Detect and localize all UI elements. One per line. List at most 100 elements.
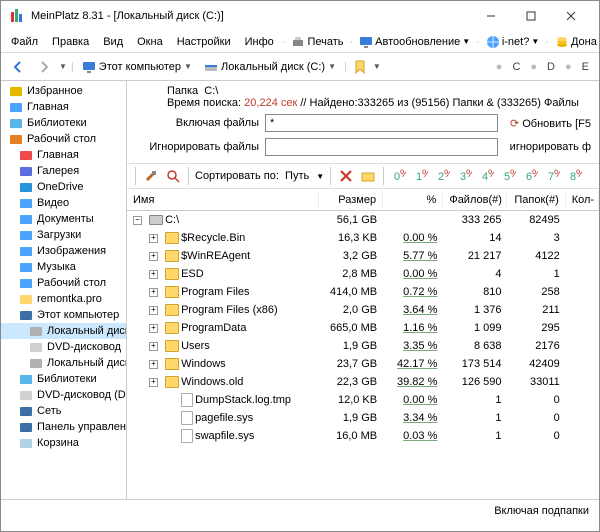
table-row[interactable]: swapfile.sys 16,0 MB 0.03 % 1 0 (127, 427, 599, 445)
drive-letter-d[interactable]: D (543, 61, 559, 73)
sidebar-item[interactable]: Локальный диск (1, 355, 126, 371)
autoupdate-button[interactable]: Автообновление ▼ (355, 33, 474, 51)
col-pct[interactable]: % (383, 191, 443, 209)
expander-icon[interactable]: + (149, 252, 158, 261)
group-7-icon[interactable]: 7% (544, 167, 562, 185)
sidebar-item[interactable]: Избранное (1, 83, 126, 99)
sidebar-item[interactable]: Локальный диск (1, 323, 126, 339)
sidebar-icon (9, 100, 23, 114)
sidebar-item[interactable]: DVD-дисковод (1, 339, 126, 355)
group-4-icon[interactable]: 4% (478, 167, 496, 185)
table-row[interactable]: + ProgramData 665,0 MB 1.16 % 1 099 295 (127, 319, 599, 337)
group-1-icon[interactable]: 1% (412, 167, 430, 185)
table-row[interactable]: + $WinREAgent 3,2 GB 5.77 % 21 217 4122 (127, 247, 599, 265)
menu-windows[interactable]: Окна (131, 34, 169, 50)
menu-settings[interactable]: Настройки (171, 34, 237, 50)
col-qty[interactable]: Кол- (566, 191, 599, 209)
drive-letter-e[interactable]: E (578, 61, 593, 73)
sidebar-item[interactable]: Библиотеки (1, 371, 126, 387)
group-2-icon[interactable]: 2% (434, 167, 452, 185)
sidebar-item[interactable]: Сеть (1, 403, 126, 419)
sidebar-item[interactable]: Музыка (1, 259, 126, 275)
sidebar-item[interactable]: DVD-дисковод (D:) (1, 387, 126, 403)
expander-icon[interactable]: + (149, 342, 158, 351)
sort-by-dropdown[interactable]: Сортировать по: Путь ▼ (195, 170, 324, 182)
action-toolbar: Сортировать по: Путь ▼ 0% 1% 2% 3% 4% 5%… (127, 163, 599, 189)
donate-button[interactable]: Дона (551, 33, 599, 51)
table-row[interactable]: + $Recycle.Bin 16,3 KB 0.00 % 14 3 (127, 229, 599, 247)
minimize-button[interactable] (471, 4, 511, 28)
close-button[interactable] (551, 4, 591, 28)
col-name[interactable]: Имя (127, 191, 319, 209)
row-pct: 3.34 % (383, 411, 443, 425)
hammer-icon[interactable] (142, 167, 160, 185)
breadcrumb-pc[interactable]: Этот компьютер ▼ (78, 59, 196, 75)
expander-icon[interactable]: + (149, 288, 158, 297)
globe-icon (486, 35, 500, 49)
menu-view[interactable]: Вид (97, 34, 129, 50)
drive-letter-c[interactable]: C (508, 61, 524, 73)
expander-icon[interactable]: − (133, 216, 142, 225)
col-dirs[interactable]: Папок(#) (507, 191, 565, 209)
forward-button[interactable] (33, 56, 55, 78)
sidebar-item[interactable]: Загрузки (1, 227, 126, 243)
sidebar-item-label: remontka.pro (37, 293, 102, 305)
menu-edit[interactable]: Правка (46, 34, 95, 50)
table-row[interactable]: + Users 1,9 GB 3.35 % 8 638 2176 (127, 337, 599, 355)
sidebar-item[interactable]: Библиотеки (1, 115, 126, 131)
back-button[interactable] (7, 56, 29, 78)
refresh-button[interactable]: ⟳ Обновить [F5 (510, 117, 591, 130)
sidebar-item[interactable]: Документы (1, 211, 126, 227)
col-size[interactable]: Размер (319, 191, 383, 209)
ignore-input[interactable] (265, 138, 498, 156)
row-name: $Recycle.Bin (181, 232, 245, 244)
bookmark-icon[interactable] (351, 58, 369, 76)
table-row[interactable]: + Program Files 414,0 MB 0.72 % 810 258 (127, 283, 599, 301)
table-row[interactable]: − C:\ 56,1 GB 333 265 82495 (127, 211, 599, 229)
menu-info[interactable]: Инфо (239, 34, 280, 50)
include-input[interactable] (265, 114, 498, 132)
sidebar-item-label: Рабочий стол (27, 133, 96, 145)
expander-icon[interactable]: + (149, 360, 158, 369)
table-row[interactable]: + ESD 2,8 MB 0.00 % 4 1 (127, 265, 599, 283)
table-row[interactable]: + Windows.old 22,3 GB 39.82 % 126 590 33… (127, 373, 599, 391)
sidebar-item[interactable]: Главная (1, 99, 126, 115)
print-button[interactable]: Печать (287, 33, 347, 51)
open-icon[interactable] (359, 167, 377, 185)
file-list[interactable]: − C:\ 56,1 GB 333 265 82495 + $Recycle.B… (127, 211, 599, 499)
expander-icon[interactable]: + (149, 324, 158, 333)
table-row[interactable]: + Windows 23,7 GB 42.17 % 173 514 42409 (127, 355, 599, 373)
maximize-button[interactable] (511, 4, 551, 28)
expander-icon[interactable]: + (149, 378, 158, 387)
table-row[interactable]: DumpStack.log.tmp 12,0 KB 0.00 % 1 0 (127, 391, 599, 409)
group-0-icon[interactable]: 0% (390, 167, 408, 185)
inet-button[interactable]: i-net? ▼ (482, 33, 543, 51)
file-icon (181, 411, 193, 425)
expander-icon[interactable]: + (149, 306, 158, 315)
sidebar-item[interactable]: Корзина (1, 435, 126, 451)
group-5-icon[interactable]: 5% (500, 167, 518, 185)
col-files[interactable]: Файлов(#) (443, 191, 507, 209)
search-icon[interactable] (164, 167, 182, 185)
sidebar-item[interactable]: Панель управления (1, 419, 126, 435)
table-row[interactable]: pagefile.sys 1,9 GB 3.34 % 1 0 (127, 409, 599, 427)
sidebar-item-label: Локальный диск (47, 357, 127, 369)
expander-icon[interactable]: + (149, 234, 158, 243)
group-6-icon[interactable]: 6% (522, 167, 540, 185)
sidebar-item[interactable]: Рабочий стол (1, 275, 126, 291)
sidebar-item[interactable]: Рабочий стол (1, 131, 126, 147)
sidebar-item[interactable]: Этот компьютер (1, 307, 126, 323)
group-3-icon[interactable]: 3% (456, 167, 474, 185)
sidebar-item[interactable]: Галерея (1, 163, 126, 179)
sidebar-item[interactable]: Главная (1, 147, 126, 163)
expander-icon[interactable]: + (149, 270, 158, 279)
table-row[interactable]: + Program Files (x86) 2,0 GB 3.64 % 1 37… (127, 301, 599, 319)
group-8-icon[interactable]: 8% (566, 167, 584, 185)
sidebar-item[interactable]: remontka.pro (1, 291, 126, 307)
delete-icon[interactable] (337, 167, 355, 185)
menu-file[interactable]: Файл (5, 34, 44, 50)
sidebar-item[interactable]: Изображения (1, 243, 126, 259)
breadcrumb-drive[interactable]: Локальный диск (C:) ▼ (200, 59, 340, 75)
sidebar-item[interactable]: OneDrive (1, 179, 126, 195)
sidebar-item[interactable]: Видео (1, 195, 126, 211)
